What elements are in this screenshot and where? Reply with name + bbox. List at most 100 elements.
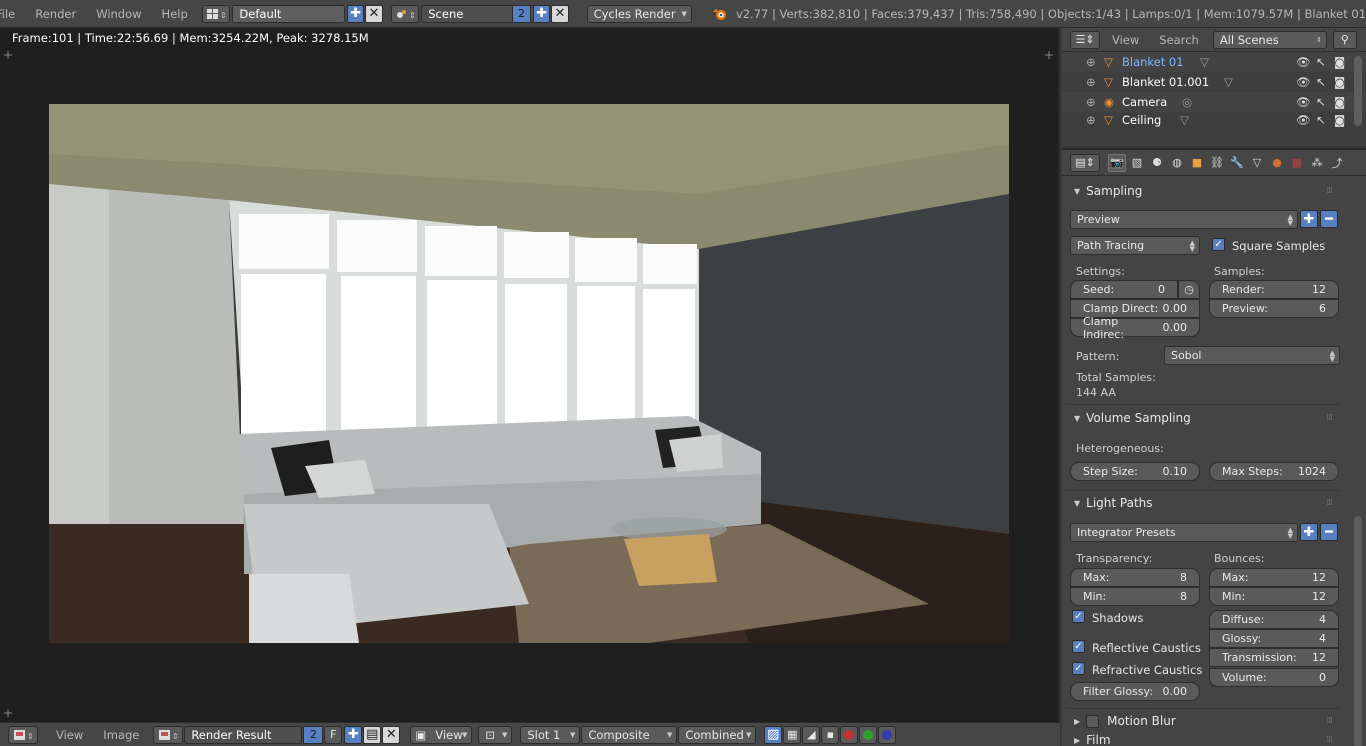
square-samples-checkbox[interactable]: ✓ [1212, 238, 1225, 251]
add-preset-button[interactable]: ✚ [1300, 523, 1318, 541]
tab-constraints[interactable]: ⛓ [1208, 154, 1226, 172]
tab-material[interactable]: ● [1268, 154, 1286, 172]
render-engine-dropdown[interactable]: Cycles Render ▼ [586, 4, 692, 23]
volume-sampling-panel-header[interactable]: ▼ Volume Sampling ⁞⁞⁞ [1066, 407, 1340, 429]
reflective-caustics-checkbox[interactable]: ✓ [1072, 640, 1085, 653]
view-mode-dropdown[interactable]: ▣ View ▼ [410, 725, 473, 744]
outliner-row[interactable]: ⊕ ◉ Camera ◎ 👁 ↖ ◙ [1062, 92, 1366, 112]
refractive-caustics-checkbox[interactable]: ✓ [1072, 662, 1085, 675]
menu-window[interactable]: Window [86, 0, 151, 28]
drag-grip-icon[interactable]: ⁞⁞⁞ [1326, 186, 1333, 196]
select-cursor-icon[interactable]: ↖ [1316, 55, 1326, 69]
light-paths-panel-header[interactable]: ▼ Light Paths ⁞⁞⁞ [1066, 492, 1340, 514]
slot-dropdown[interactable]: Slot 1 ▼ [520, 725, 581, 744]
channel-green-button[interactable] [859, 725, 878, 744]
open-image-button[interactable]: ▤ [363, 725, 382, 744]
expand-icon[interactable]: ⊕ [1086, 75, 1096, 89]
visibility-eye-icon[interactable]: 👁 [1296, 113, 1311, 127]
preview-samples-field[interactable]: Preview: 6 [1209, 299, 1339, 318]
bounces-max-field[interactable]: Max: 12 [1209, 568, 1339, 587]
outliner-row[interactable]: ⊕ ▽ Blanket 01 ▽ 👁 ↖ ◙ [1062, 52, 1366, 72]
tab-render-layers[interactable]: ▧ [1128, 154, 1146, 172]
render-pass-dropdown[interactable]: Combined ▼ [678, 725, 757, 744]
properties-scrollbar[interactable] [1354, 516, 1362, 746]
tab-scene[interactable]: ⚈ [1148, 154, 1166, 172]
editor-type-button[interactable]: ⇕ [8, 725, 38, 744]
tab-texture[interactable]: ▦ [1288, 154, 1306, 172]
render-samples-field[interactable]: Render: 12 [1209, 280, 1339, 299]
area-split-icon[interactable]: + [3, 706, 13, 720]
render-camera-icon[interactable]: ◙ [1334, 55, 1345, 69]
filter-glossy-field[interactable]: Filter Glossy: 0.00 [1070, 682, 1200, 701]
transparency-min-field[interactable]: Min: 8 [1070, 587, 1200, 606]
menu-file[interactable]: File [0, 0, 25, 28]
tab-physics[interactable]: ⤴ [1328, 154, 1346, 172]
fake-user-button[interactable]: F [324, 725, 343, 744]
outliner-scrollbar[interactable] [1354, 56, 1362, 126]
sampling-panel-header[interactable]: ▼ Sampling ⁞⁞⁞ [1066, 180, 1340, 202]
render-camera-icon[interactable]: ◙ [1334, 113, 1345, 127]
screen-layout-icon-button[interactable]: ⇕ [201, 4, 231, 23]
render-camera-icon[interactable]: ◙ [1334, 75, 1345, 89]
shadows-checkbox[interactable]: ✓ [1072, 610, 1085, 623]
select-cursor-icon[interactable]: ↖ [1316, 113, 1326, 127]
add-screen-button[interactable]: ✚ [347, 4, 365, 23]
add-preset-button[interactable]: ✚ [1300, 210, 1318, 228]
screen-layout-field[interactable]: Default [232, 4, 346, 23]
remove-preset-button[interactable]: ━ [1320, 210, 1338, 228]
outliner-row[interactable]: ⊕ ▽ Ceiling ▽ 👁 ↖ ◙ [1062, 112, 1366, 128]
expand-icon[interactable]: ⊕ [1086, 95, 1096, 109]
render-camera-icon[interactable]: ◙ [1334, 95, 1345, 109]
remove-screen-button[interactable]: ✕ [365, 4, 383, 23]
expand-icon[interactable]: ⊕ [1086, 55, 1096, 69]
drag-grip-icon[interactable]: ⁞⁞⁞ [1326, 716, 1333, 726]
visibility-eye-icon[interactable]: 👁 [1296, 55, 1311, 69]
properties-editor-type-button[interactable]: ▤⇕ [1070, 153, 1100, 172]
menu-view[interactable]: View [46, 721, 93, 746]
remove-preset-button[interactable]: ━ [1320, 523, 1338, 541]
transparency-max-field[interactable]: Max: 8 [1070, 568, 1200, 587]
pattern-dropdown[interactable]: Sobol ▲ ▼ [1164, 346, 1340, 365]
film-panel-header[interactable]: ▶ Film ⁞⁞⁞ [1066, 732, 1340, 746]
outliner-editor-type-button[interactable]: ☰⇕ [1070, 30, 1100, 49]
motion-blur-checkbox[interactable] [1086, 714, 1100, 728]
unlink-image-button[interactable]: ✕ [382, 725, 401, 744]
expand-icon[interactable]: ⊕ [1086, 113, 1096, 127]
draw-channels-color-alpha-button[interactable]: ▨ [764, 725, 783, 744]
menu-help[interactable]: Help [152, 0, 198, 28]
outliner-display-mode-dropdown[interactable]: All Scenes ⇕ [1212, 30, 1327, 49]
step-size-field[interactable]: Step Size: 0.10 [1070, 462, 1200, 481]
scene-icon-button[interactable]: ⇕ [390, 4, 420, 23]
image-name-field[interactable]: Render Result [184, 725, 303, 744]
visibility-eye-icon[interactable]: 👁 [1296, 75, 1311, 89]
drag-grip-icon[interactable]: ⁞⁞⁞ [1326, 413, 1333, 423]
animated-seed-button[interactable]: ◷ [1178, 280, 1200, 299]
draw-channels-z-button[interactable]: ▪ [821, 725, 840, 744]
integrator-presets-dropdown[interactable]: Integrator Presets ▲ ▼ [1070, 523, 1298, 542]
bounces-min-field[interactable]: Min: 12 [1209, 587, 1339, 606]
new-image-button[interactable]: ✚ [344, 725, 363, 744]
outliner-row[interactable]: ⊕ ▽ Blanket 01.001 ▽ 👁 ↖ ◙ [1062, 72, 1366, 92]
tab-render[interactable]: 📷 [1108, 153, 1126, 172]
tab-object[interactable]: ■ [1188, 154, 1206, 172]
add-scene-button[interactable]: ✚ [533, 4, 551, 23]
transmission-bounces-field[interactable]: Transmission: 12 [1209, 648, 1339, 667]
sampling-presets-dropdown[interactable]: Preview ▲ ▼ [1070, 210, 1298, 229]
channel-blue-button[interactable] [878, 725, 897, 744]
draw-channels-color-button[interactable]: ◢ [802, 725, 821, 744]
drag-grip-icon[interactable]: ⁞⁞⁞ [1326, 498, 1333, 508]
volume-bounces-field[interactable]: Volume: 0 [1209, 668, 1339, 687]
area-split-icon[interactable]: + [3, 48, 13, 62]
tab-modifiers[interactable]: 🔧 [1228, 154, 1246, 172]
diffuse-bounces-field[interactable]: Diffuse: 4 [1209, 610, 1339, 629]
channel-red-button[interactable] [840, 725, 859, 744]
glossy-bounces-field[interactable]: Glossy: 4 [1209, 629, 1339, 648]
select-cursor-icon[interactable]: ↖ [1316, 95, 1326, 109]
image-editor-viewport[interactable]: Frame:101 | Time:22:56.69 | Mem:3254.22M… [0, 28, 1060, 722]
menu-render[interactable]: Render [25, 0, 86, 28]
pivot-dropdown[interactable]: ⊡ ▼ [478, 725, 513, 744]
tab-particles[interactable]: ⁂ [1308, 154, 1326, 172]
integrator-dropdown[interactable]: Path Tracing ▲ ▼ [1070, 236, 1200, 255]
outliner-search-button[interactable]: ⚲ [1332, 30, 1357, 49]
outliner-menu-view[interactable]: View [1102, 26, 1149, 54]
